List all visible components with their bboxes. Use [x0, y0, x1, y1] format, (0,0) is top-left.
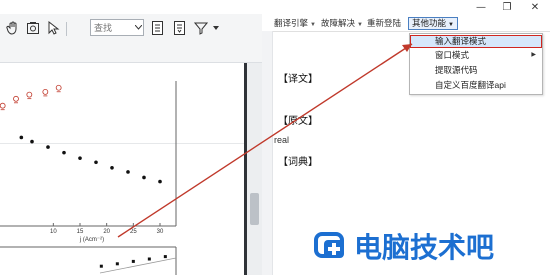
restore-icon[interactable]: ❐	[496, 0, 518, 14]
site-watermark: 电脑技术吧	[310, 226, 550, 266]
viewer-toolbar	[0, 14, 262, 63]
section-translation-label: 【译文】	[278, 74, 318, 85]
watermark-text: 电脑技术吧	[354, 231, 495, 264]
vertical-scrollbar[interactable]	[247, 63, 262, 275]
translator-menubar: 翻译引擎 ▼ 故障解决 ▼ 重新登陆 其他功能 ▼	[262, 15, 550, 32]
lower-data-point	[115, 262, 119, 266]
data-point	[158, 179, 162, 184]
find-combobox[interactable]	[90, 19, 144, 36]
minimize-icon[interactable]: —	[470, 0, 492, 14]
menu-troubleshoot-label: 故障解决	[321, 18, 356, 28]
find-previous-icon[interactable]	[148, 19, 166, 37]
chart-marks: 10 15 20 25 30 j (Acm⁻²)	[0, 81, 177, 275]
caret-down-icon: ▼	[357, 22, 363, 28]
menu-translation-engine[interactable]: 翻译引擎 ▼	[274, 17, 316, 29]
data-point	[110, 166, 114, 170]
window-controls: — ❐ ✕	[262, 0, 550, 14]
menu-other-functions[interactable]: 其他功能 ▼	[408, 17, 458, 30]
data-point	[78, 156, 82, 160]
x-tick-label: 10	[50, 229, 57, 235]
menu-item-extract-source-code[interactable]: 提取源代码	[410, 64, 542, 77]
caret-down-icon: ▼	[448, 22, 454, 28]
hand-tool-icon[interactable]	[4, 19, 22, 37]
watermark-logo-icon	[314, 232, 344, 258]
pdf-viewer-window: 10 15 20 25 30 j (Acm⁻²)	[0, 0, 262, 275]
menu-other-functions-label: 其他功能	[412, 18, 447, 28]
find-input[interactable]	[91, 21, 134, 34]
menu-translation-engine-label: 翻译引擎	[274, 18, 309, 28]
data-point-open	[13, 95, 19, 102]
menu-relogin[interactable]: 重新登陆	[367, 17, 401, 29]
data-point	[62, 150, 66, 155]
data-point	[126, 170, 130, 174]
close-icon[interactable]: ✕	[524, 0, 546, 14]
x-tick-label: 30	[157, 229, 164, 235]
lower-data-point	[147, 257, 151, 261]
find-next-icon[interactable]	[170, 19, 188, 37]
filter-dropdown-icon[interactable]	[207, 19, 225, 37]
lower-data-point	[163, 255, 167, 259]
menu-item-window-mode[interactable]: 窗口模式 ▶	[410, 49, 542, 62]
section-original-label: 【原文】	[278, 116, 318, 127]
toolbar-separator	[66, 22, 67, 36]
x-axis-label: j (Acm⁻²)	[79, 237, 104, 243]
figure-chart: 10 15 20 25 30 j (Acm⁻²)	[0, 81, 177, 275]
menu-troubleshoot[interactable]: 故障解决 ▼	[321, 17, 363, 29]
data-point	[94, 160, 98, 165]
data-point-open	[26, 91, 33, 98]
data-point-open	[55, 84, 62, 91]
lower-data-point	[131, 259, 135, 263]
select-cursor-icon[interactable]	[44, 19, 62, 37]
chevron-down-icon[interactable]	[134, 21, 143, 34]
lower-fit-line	[99, 257, 177, 274]
submenu-arrow-icon: ▶	[531, 52, 536, 58]
caret-down-icon: ▼	[310, 22, 316, 28]
menu-item-window-mode-label: 窗口模式	[435, 50, 470, 60]
translator-left-strip	[262, 31, 273, 275]
data-point	[30, 139, 34, 144]
menu-item-custom-baidu-api[interactable]: 自定义百度翻译api	[410, 79, 542, 92]
x-tick-label: 15	[77, 229, 84, 235]
data-point	[142, 175, 146, 180]
snapshot-icon[interactable]	[24, 19, 42, 37]
scrollbar-thumb[interactable]	[250, 193, 259, 225]
menu-item-input-translate-mode[interactable]: 输入翻译模式	[410, 35, 542, 48]
viewer-title-bar	[0, 0, 262, 14]
original-text: real	[274, 135, 290, 145]
data-point	[46, 145, 50, 149]
x-tick-label: 20	[103, 229, 110, 235]
lower-data-point	[99, 264, 103, 268]
data-point-open	[0, 102, 6, 109]
data-point	[19, 135, 24, 140]
x-tick-label: 25	[130, 229, 137, 235]
section-dictionary-label: 【词典】	[278, 157, 318, 168]
data-point-open	[42, 88, 49, 95]
other-functions-dropdown: 输入翻译模式 窗口模式 ▶ 提取源代码 自定义百度翻译api	[409, 33, 543, 95]
